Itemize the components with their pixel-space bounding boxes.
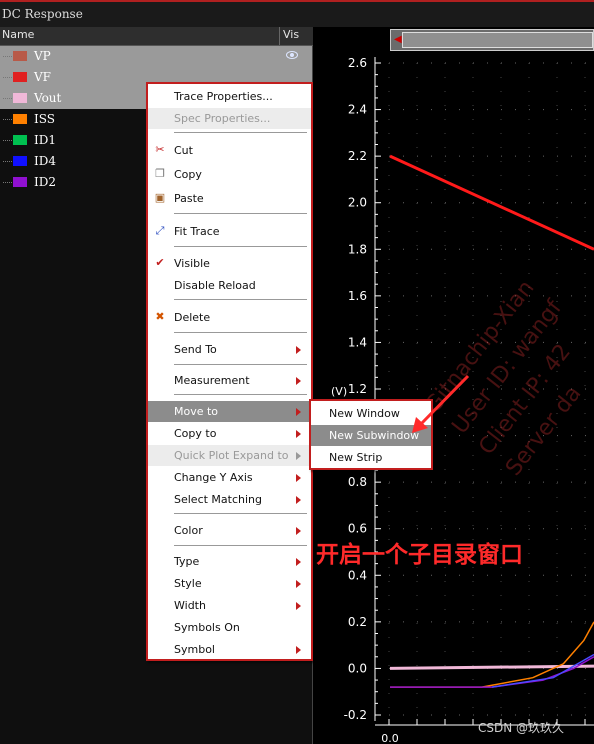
annotation-text: 开启一个子目录窗口 — [316, 542, 523, 568]
annotation-arrow-overlay — [412, 374, 470, 433]
footer-watermark: CSDN @玖玖久 — [478, 721, 565, 735]
annotation-arrow-shaft — [419, 374, 470, 426]
